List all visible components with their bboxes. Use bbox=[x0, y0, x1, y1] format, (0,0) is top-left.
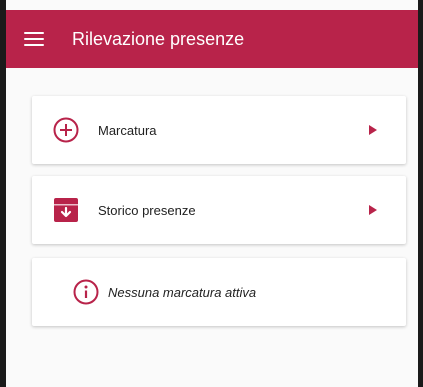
hamburger-menu-icon[interactable] bbox=[24, 32, 44, 46]
status-card: Nessuna marcatura attiva bbox=[32, 258, 406, 326]
archive-box-icon bbox=[50, 194, 82, 226]
chevron-right-icon bbox=[369, 205, 377, 215]
menu-item-marcatura[interactable]: Marcatura bbox=[32, 96, 406, 164]
app-header: Rilevazione presenze bbox=[6, 10, 418, 68]
window-frame-right bbox=[418, 0, 423, 387]
app-container: Rilevazione presenze Marcatura Storico p… bbox=[6, 0, 418, 387]
page-title: Rilevazione presenze bbox=[72, 28, 245, 49]
status-message: Nessuna marcatura attiva bbox=[108, 284, 257, 300]
menu-item-storico-presenze[interactable]: Storico presenze bbox=[32, 176, 406, 244]
info-circle-icon bbox=[70, 276, 102, 308]
menu-item-label: Storico presenze bbox=[98, 202, 196, 218]
chevron-right-icon bbox=[369, 125, 377, 135]
plus-circle-icon bbox=[50, 114, 82, 146]
menu-item-label: Marcatura bbox=[98, 122, 157, 138]
